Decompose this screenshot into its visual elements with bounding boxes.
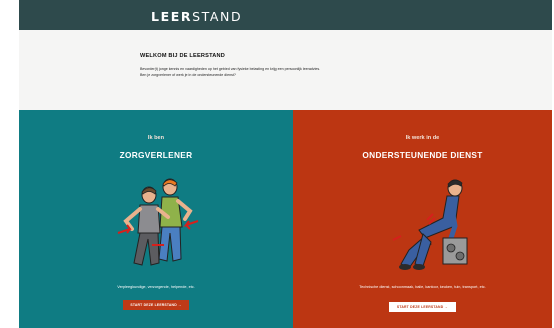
zorgverlener-panel: Ik ben ZORGVERLENER Verpleegkundige, ver… [19,110,293,328]
ondersteunende-dienst-panel: Ik werk in de ONDERSTEUNENDE DIENST Tech… [293,110,552,328]
ondersteunende-caption: Technische dienst, schoonmaak, balie, ka… [359,285,486,289]
logo-bold-part: LEER [151,9,193,24]
intro-section: WELKOM BIJ DE LEERSTAND Bevorder(t) jong… [19,30,552,110]
leerstand-logo[interactable]: LEERSTAND [151,9,242,24]
kneeling-worker-illustration [392,179,468,270]
two-caregivers-illustration [117,178,199,266]
zorgverlener-caption: Verpleegkundige, verzorgende, helpende, … [117,285,195,289]
intro-text-line-1: Bevorder(t) jonge kennis en vaardigheden… [140,67,321,71]
ondersteunende-kicker: Ik werk in de [405,135,440,141]
ondersteunende-heading: ONDERSTEUNENDE DIENST [362,150,483,160]
intro-title: WELKOM BIJ DE LEERSTAND [140,53,225,59]
zorgverlener-heading: ZORGVERLENER [119,150,193,160]
start-ondersteunende-button[interactable]: START DEZE LEERSTAND → [389,302,456,312]
start-zorgverlener-button[interactable]: START DEZE LEERSTAND → [123,300,189,310]
intro-text-line-2: Ben je zorgverlener of werk je in de ond… [140,73,236,77]
logo-light-part: STAND [192,9,243,24]
zorgverlener-kicker: Ik ben [147,135,165,141]
top-navigation-bar: LEERSTAND [19,0,552,30]
